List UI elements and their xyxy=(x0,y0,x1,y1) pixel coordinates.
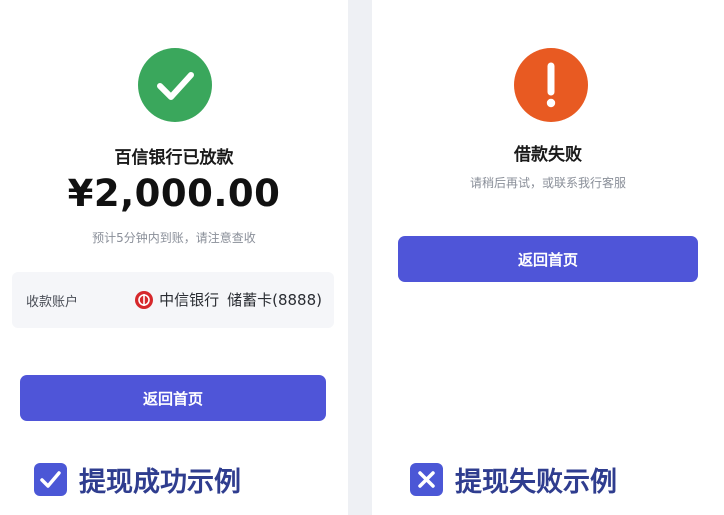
failure-screen: 借款失败 请稍后再试，或联系我行客服 返回首页 提现失败示例 xyxy=(372,0,724,515)
loan-amount: ¥2,000.00 xyxy=(67,172,281,215)
failure-caption: 提现失败示例 xyxy=(410,460,617,499)
account-label: 收款账户 xyxy=(26,295,79,310)
success-caption: 提现成功示例 xyxy=(34,460,241,499)
bank-logo-icon xyxy=(135,290,154,309)
receiving-account-row: 收款账户 中信银行 储蓄卡(8888) xyxy=(12,272,334,328)
failure-title: 借款失败 xyxy=(514,145,582,165)
failure-hint: 请稍后再试，或联系我行客服 xyxy=(469,176,626,190)
account-value: 中信银行 储蓄卡(8888) xyxy=(135,289,322,310)
exclamation-circle-icon xyxy=(514,48,588,122)
checkbox-check-icon xyxy=(34,463,67,496)
check-circle-icon xyxy=(138,48,212,122)
success-title: 百信银行已放款 xyxy=(114,148,234,168)
card-info: 储蓄卡(8888) xyxy=(227,291,322,309)
return-home-button[interactable]: 返回首页 xyxy=(20,375,326,421)
checkbox-x-icon xyxy=(410,463,443,496)
bank-name: 中信银行 xyxy=(159,291,220,309)
failure-caption-text: 提现失败示例 xyxy=(455,467,617,498)
success-caption-text: 提现成功示例 xyxy=(79,467,241,498)
success-screen: 百信银行已放款 ¥2,000.00 预计5分钟内到账，请注意查收 收款账户 中信… xyxy=(0,0,348,515)
return-home-button[interactable]: 返回首页 xyxy=(398,236,698,282)
arrival-hint: 预计5分钟内到账，请注意查收 xyxy=(92,231,256,245)
comparison-canvas: 百信银行已放款 ¥2,000.00 预计5分钟内到账，请注意查收 收款账户 中信… xyxy=(0,0,724,515)
